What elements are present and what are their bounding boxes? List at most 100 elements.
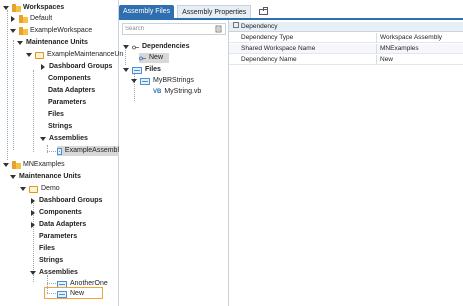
tree-item-file-mystring[interactable]: VB MyString.vb <box>153 87 201 97</box>
selection-highlight <box>44 287 103 299</box>
tree-item-label: MNExamples <box>23 161 65 168</box>
tree-item-dashboard-groups[interactable]: Dashboard Groups <box>40 62 112 72</box>
tree-item-label: New <box>149 54 164 61</box>
tree-item-label: Data Adapters <box>48 87 96 94</box>
tree-item-label: Workspaces <box>23 4 65 11</box>
property-row[interactable]: Shared Workspace Name MNExamples <box>229 44 463 54</box>
tree-item-label: Dashboard Groups <box>39 197 103 204</box>
property-key: Dependency Name <box>239 55 377 65</box>
tree-item-demo[interactable]: Demo <box>20 184 60 194</box>
tree-item-mn-assemblies[interactable]: Assemblies <box>30 268 78 278</box>
tab-assembly-properties[interactable]: Assembly Properties <box>177 4 252 18</box>
property-key: Shared Workspace Name <box>239 44 377 54</box>
tree-item-label: Strings <box>39 257 64 264</box>
tree-item-label: Strings <box>48 123 73 130</box>
expand-toggle-icon[interactable] <box>123 68 129 72</box>
expand-toggle-icon[interactable] <box>20 187 26 191</box>
tree-item-label: ExampleWorkspace <box>30 27 93 34</box>
search-box <box>122 23 226 35</box>
collapse-toggle-icon[interactable] <box>31 198 35 204</box>
tree-item-label: Data Adapters <box>39 221 87 228</box>
tree-item-example-maintenance-unit[interactable]: ExampleMaintenanceUn <box>26 50 123 60</box>
expand-toggle-icon[interactable] <box>30 271 36 275</box>
tree-item-components[interactable]: Components <box>48 74 91 84</box>
tree-item-label: Assemblies <box>39 269 78 276</box>
search-input[interactable] <box>123 24 215 34</box>
dependency-icon <box>132 45 139 49</box>
tree-item-parameters[interactable]: Parameters <box>48 98 86 108</box>
workspace-icon <box>12 161 21 169</box>
tree-item-mn-strings[interactable]: Strings <box>39 256 63 266</box>
tree-item-files-root[interactable]: Files <box>123 65 161 75</box>
tree-item-mn-files[interactable]: Files <box>39 244 55 254</box>
collapse-toggle-icon[interactable] <box>31 222 35 228</box>
workspace-icon <box>19 27 28 35</box>
tree-item-label: Dependencies <box>142 43 190 50</box>
collapse-toggle-icon[interactable] <box>11 16 15 22</box>
tree-item-label: Maintenance Units <box>26 39 88 46</box>
property-row[interactable]: Dependency Type Workspace Assembly <box>229 33 463 43</box>
tree-item-label: Files <box>145 66 161 73</box>
workspace-tree: Workspaces Default ExampleWorkspace Main… <box>0 0 123 306</box>
tree-item-dependency-new[interactable]: New <box>139 53 169 63</box>
tree-item-mn-maintenance-units[interactable]: Maintenance Units <box>10 172 81 182</box>
property-key: Dependency Type <box>239 33 377 43</box>
tree-item-label: Default <box>30 15 53 22</box>
tree-item-example-assembly[interactable]: ExampleAssembl <box>57 146 119 156</box>
tree-item-folder-mybrstrings[interactable]: MyBRStrings <box>131 76 194 86</box>
property-value[interactable]: MNExamples <box>378 44 463 54</box>
properties-grid: Dependency Dependency Type Workspace Ass… <box>229 20 463 306</box>
collapse-icon[interactable] <box>233 22 239 29</box>
tree-item-label: Components <box>39 209 82 216</box>
dependency-icon <box>139 56 146 60</box>
workspace-icon <box>12 4 21 12</box>
tree-item-assemblies[interactable]: Assemblies <box>40 134 88 144</box>
tree-item-label: MyBRStrings <box>153 77 194 84</box>
expand-toggle-icon[interactable] <box>26 53 32 57</box>
tree-item-dependencies[interactable]: Dependencies <box>123 42 189 52</box>
property-section-header[interactable]: Dependency <box>229 22 463 32</box>
tree-item-label: Components <box>48 75 91 82</box>
folder-icon <box>29 185 38 193</box>
property-row[interactable]: Dependency Name New <box>229 55 463 65</box>
expand-toggle-icon[interactable] <box>3 163 9 167</box>
expand-toggle-icon[interactable] <box>10 175 16 179</box>
tree-item-label: Dashboard Groups <box>49 63 113 70</box>
tree-item-label: ExampleMaintenanceUn <box>47 51 124 58</box>
expand-toggle-icon[interactable] <box>123 45 129 49</box>
tree-item-mnexamples[interactable]: MNExamples <box>3 160 65 170</box>
workspace-icon <box>19 15 28 23</box>
expand-toggle-icon[interactable] <box>3 6 9 10</box>
tab-bar: Assembly Files Assembly Properties <box>119 4 270 18</box>
expand-toggle-icon[interactable] <box>131 79 137 83</box>
property-value[interactable]: New <box>378 55 463 65</box>
tree-item-data-adapters[interactable]: Data Adapters <box>48 86 95 96</box>
tree-item-label: Files <box>48 111 64 118</box>
property-value[interactable]: Workspace Assembly <box>378 33 463 43</box>
tree-item-default[interactable]: Default <box>10 14 52 24</box>
tree-item-mn-dashboard-groups[interactable]: Dashboard Groups <box>30 196 102 206</box>
package-icon[interactable] <box>258 6 270 16</box>
tree-item-maintenance-units[interactable]: Maintenance Units <box>17 38 88 48</box>
tree-item-label: Maintenance Units <box>19 173 81 180</box>
collapse-toggle-icon[interactable] <box>31 210 35 216</box>
tab-assembly-files[interactable]: Assembly Files <box>119 4 175 18</box>
expand-toggle-icon[interactable] <box>40 137 46 141</box>
collapse-toggle-icon[interactable] <box>41 64 45 70</box>
tree-item-mn-parameters[interactable]: Parameters <box>39 232 77 242</box>
tree-item-mn-components[interactable]: Components <box>30 208 82 218</box>
tree-item-label: Files <box>39 245 55 252</box>
tree-item-label: Assemblies <box>49 135 88 142</box>
tree-item-workspaces[interactable]: Workspaces <box>3 3 64 13</box>
tree-item-mn-data-adapters[interactable]: Data Adapters <box>30 220 86 230</box>
tree-item-label: Parameters <box>48 99 87 106</box>
tree-item-label: ExampleAssembl <box>64 147 119 154</box>
assembly-files-panel: Dependencies New Files MyBRStrings VB My… <box>119 20 229 306</box>
tree-item-files[interactable]: Files <box>48 110 64 120</box>
expand-toggle-icon[interactable] <box>10 29 16 33</box>
section-title: Dependency <box>241 23 278 30</box>
add-file-icon[interactable] <box>215 25 223 33</box>
tree-item-strings[interactable]: Strings <box>48 122 72 132</box>
tree-item-exampleworkspace[interactable]: ExampleWorkspace <box>10 26 92 36</box>
expand-toggle-icon[interactable] <box>17 41 23 45</box>
